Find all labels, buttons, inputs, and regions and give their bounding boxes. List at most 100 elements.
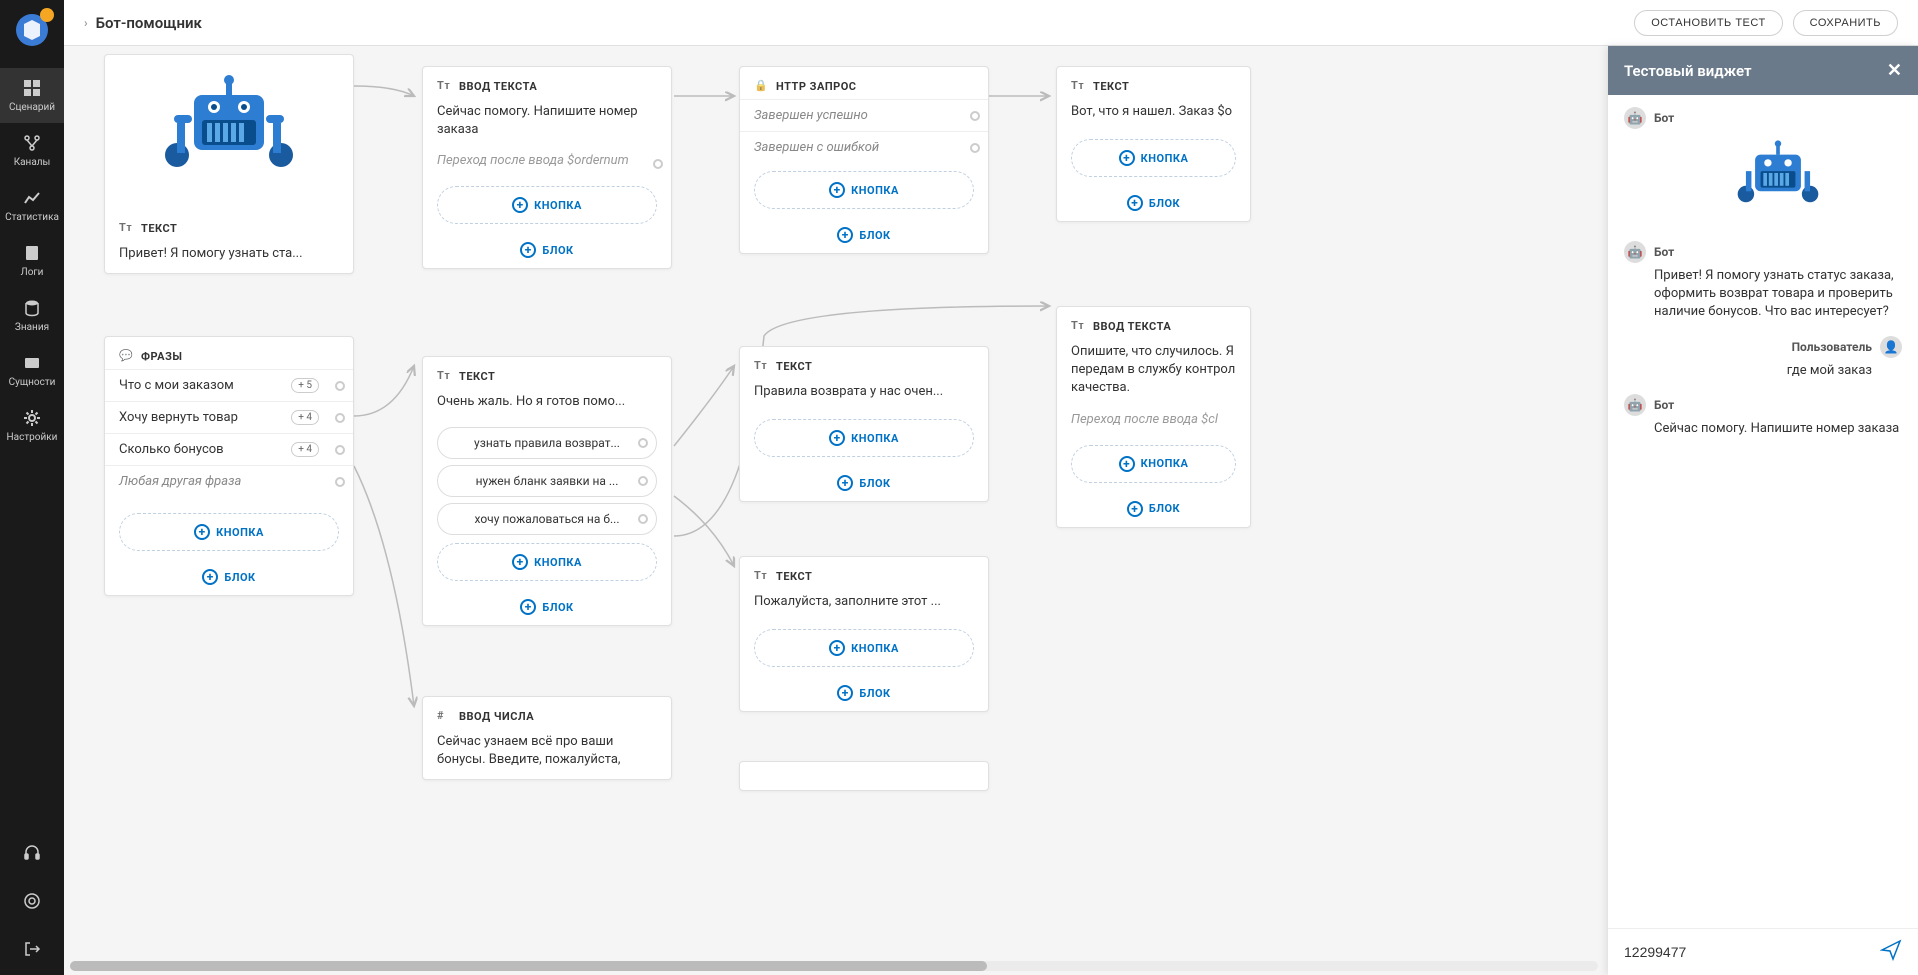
add-block-button[interactable]: +БЛОК — [740, 465, 988, 501]
sidebar-item-logout[interactable] — [0, 927, 64, 975]
sidebar-item-label: Настройки — [7, 432, 58, 443]
section-label: ТЕКСТ — [141, 222, 177, 235]
node-text-content: Очень жаль. Но я готов помо... — [423, 389, 671, 421]
section-label: ТЕКСТ — [1093, 80, 1129, 93]
node-text-content: Сейчас помогу. Напишите номер заказа — [423, 99, 671, 149]
add-block-button[interactable]: +БЛОК — [740, 675, 988, 711]
phrase-row[interactable]: Сколько бонусов+ 4 — [105, 433, 353, 465]
topbar: › Бот-помощник ОСТАНОВИТЬ ТЕСТ СОХРАНИТЬ — [64, 0, 1918, 46]
plus-icon: + — [1127, 195, 1143, 211]
sidebar-item-entities[interactable]: Сущности — [0, 343, 64, 398]
section-label: ФРАЗЫ — [141, 350, 182, 363]
output-port[interactable] — [638, 514, 648, 524]
output-port[interactable] — [335, 477, 345, 487]
add-block-button[interactable]: +БЛОК — [423, 232, 671, 268]
output-port[interactable] — [653, 159, 663, 169]
node-text-content: Опишите, что случилось. Я передам в служ… — [1057, 339, 1250, 408]
message-input[interactable] — [1624, 944, 1870, 960]
bot-avatar-icon: 🤖 — [1624, 394, 1646, 416]
section-label: ТЕКСТ — [776, 360, 812, 373]
cube-icon — [22, 353, 42, 373]
add-button-button[interactable]: +КНОПКА — [437, 543, 657, 581]
sidebar-item-stats[interactable]: Статистика — [0, 178, 64, 233]
node-text-block[interactable]: TᴛТЕКСТ Пожалуйста, заполните этот ... +… — [739, 556, 989, 712]
output-port[interactable] — [638, 476, 648, 486]
node-start[interactable]: TᴛТЕКСТ Привет! Я помогу узнать ста... — [104, 54, 354, 274]
lifebuoy-icon — [22, 891, 42, 911]
node-text-block[interactable]: TᴛТЕКСТ Очень жаль. Но я готов помо... у… — [422, 356, 672, 626]
add-button-button[interactable]: +КНОПКА — [754, 171, 974, 209]
node-partial[interactable] — [739, 761, 989, 791]
http-option[interactable]: Завершен успешно — [740, 99, 988, 131]
bot-image — [1624, 133, 1902, 227]
output-port[interactable] — [335, 445, 345, 455]
msg-text: Привет! Я помогу узнать статус заказа, о… — [1624, 267, 1902, 322]
send-icon[interactable] — [1880, 939, 1902, 965]
option-button[interactable]: узнать правила возврат... — [437, 427, 657, 459]
output-port[interactable] — [970, 111, 980, 121]
phrase-row[interactable]: Хочу вернуть товар+ 4 — [105, 401, 353, 433]
node-transition: Переход после ввода $cl — [1057, 408, 1250, 437]
node-text-input[interactable]: TᴛВВОД ТЕКСТА Сейчас помогу. Напишите но… — [422, 66, 672, 269]
add-block-button[interactable]: +БЛОК — [423, 589, 671, 625]
sidebar-item-label: Каналы — [14, 157, 51, 168]
node-text-content: Вот, что я нашел. Заказ $o — [1057, 99, 1250, 131]
user-avatar-icon: 👤 — [1880, 336, 1902, 358]
node-text-content: Привет! Я помогу узнать ста... — [105, 241, 353, 273]
output-port[interactable] — [970, 143, 980, 153]
add-button-button[interactable]: +КНОПКА — [119, 513, 339, 551]
msg-author: Бот — [1654, 245, 1674, 259]
sidebar-item-support[interactable] — [0, 831, 64, 879]
add-block-button[interactable]: +БЛОК — [105, 559, 353, 595]
node-text-content: Правила возврата у нас очен... — [740, 379, 988, 411]
test-widget-panel: Тестовый виджет ✕ 🤖Бот 🤖Бот Привет! Я по… — [1608, 46, 1918, 975]
save-button[interactable]: СОХРАНИТЬ — [1793, 10, 1898, 36]
plus-icon: + — [837, 227, 853, 243]
sidebar-item-knowledge[interactable]: Знания — [0, 288, 64, 343]
plus-icon: + — [194, 524, 210, 540]
widget-messages[interactable]: 🤖 Бот 🤖 Бот Привет! Я помогу узнать статус… — [1608, 95, 1918, 928]
book-icon — [22, 243, 42, 263]
output-port[interactable] — [335, 413, 345, 423]
add-button-button[interactable]: +КНОПКА — [754, 629, 974, 667]
msg-author: Бот — [1654, 111, 1674, 125]
add-button-button[interactable]: +КНОПКА — [437, 186, 657, 224]
option-button[interactable]: хочу пожаловаться на б... — [437, 503, 657, 535]
node-text-input[interactable]: TᴛВВОД ТЕКСТА Опишите, что случилось. Я … — [1056, 306, 1251, 528]
add-button-button[interactable]: +КНОПКА — [754, 419, 974, 457]
scrollbar-thumb[interactable] — [70, 961, 987, 971]
plus-icon: + — [829, 640, 845, 656]
node-text-block[interactable]: TᴛТЕКСТ Вот, что я нашел. Заказ $o +КНОП… — [1056, 66, 1251, 222]
add-block-button[interactable]: +БЛОК — [1057, 491, 1250, 527]
phrase-row[interactable]: Что с мои заказом+ 5 — [105, 369, 353, 401]
output-port[interactable] — [335, 381, 345, 391]
http-option[interactable]: Завершен с ошибкой — [740, 131, 988, 163]
sidebar-item-help[interactable] — [0, 879, 64, 927]
node-phrases[interactable]: 💬ФРАЗЫ Что с мои заказом+ 5 Хочу вернуть… — [104, 336, 354, 596]
node-text-block[interactable]: TᴛТЕКСТ Правила возврата у нас очен... +… — [739, 346, 989, 502]
plus-icon: + — [520, 599, 536, 615]
horizontal-scrollbar[interactable] — [70, 961, 1598, 971]
plus-icon: + — [837, 475, 853, 491]
bot-avatar-icon: 🤖 — [1624, 241, 1646, 263]
add-button-button[interactable]: +КНОПКА — [1071, 445, 1236, 483]
text-icon: Tᴛ — [754, 569, 768, 583]
msg-author: Пользователь — [1792, 340, 1872, 354]
app-logo[interactable] — [14, 12, 50, 48]
node-image — [105, 55, 353, 209]
node-number-input[interactable]: #ВВОД ЧИСЛА Сейчас узнаем всё про ваши б… — [422, 696, 672, 780]
add-button-button[interactable]: +КНОПКА — [1071, 139, 1236, 177]
node-http-request[interactable]: 🔒HTTP ЗАПРОС Завершен успешно Завершен с… — [739, 66, 989, 254]
phrase-fallback[interactable]: Любая другая фраза — [105, 465, 353, 497]
sidebar-item-channels[interactable]: Каналы — [0, 123, 64, 178]
output-port[interactable] — [638, 438, 648, 448]
sidebar-item-settings[interactable]: Настройки — [0, 398, 64, 453]
option-button[interactable]: нужен бланк заявки на ... — [437, 465, 657, 497]
stop-test-button[interactable]: ОСТАНОВИТЬ ТЕСТ — [1634, 10, 1782, 36]
close-icon[interactable]: ✕ — [1887, 60, 1902, 81]
sidebar-item-logs[interactable]: Логи — [0, 233, 64, 288]
section-label: ВВОД ТЕКСТА — [459, 80, 537, 93]
add-block-button[interactable]: +БЛОК — [740, 217, 988, 253]
add-block-button[interactable]: +БЛОК — [1057, 185, 1250, 221]
sidebar-item-scenario[interactable]: Сценарий — [0, 68, 64, 123]
